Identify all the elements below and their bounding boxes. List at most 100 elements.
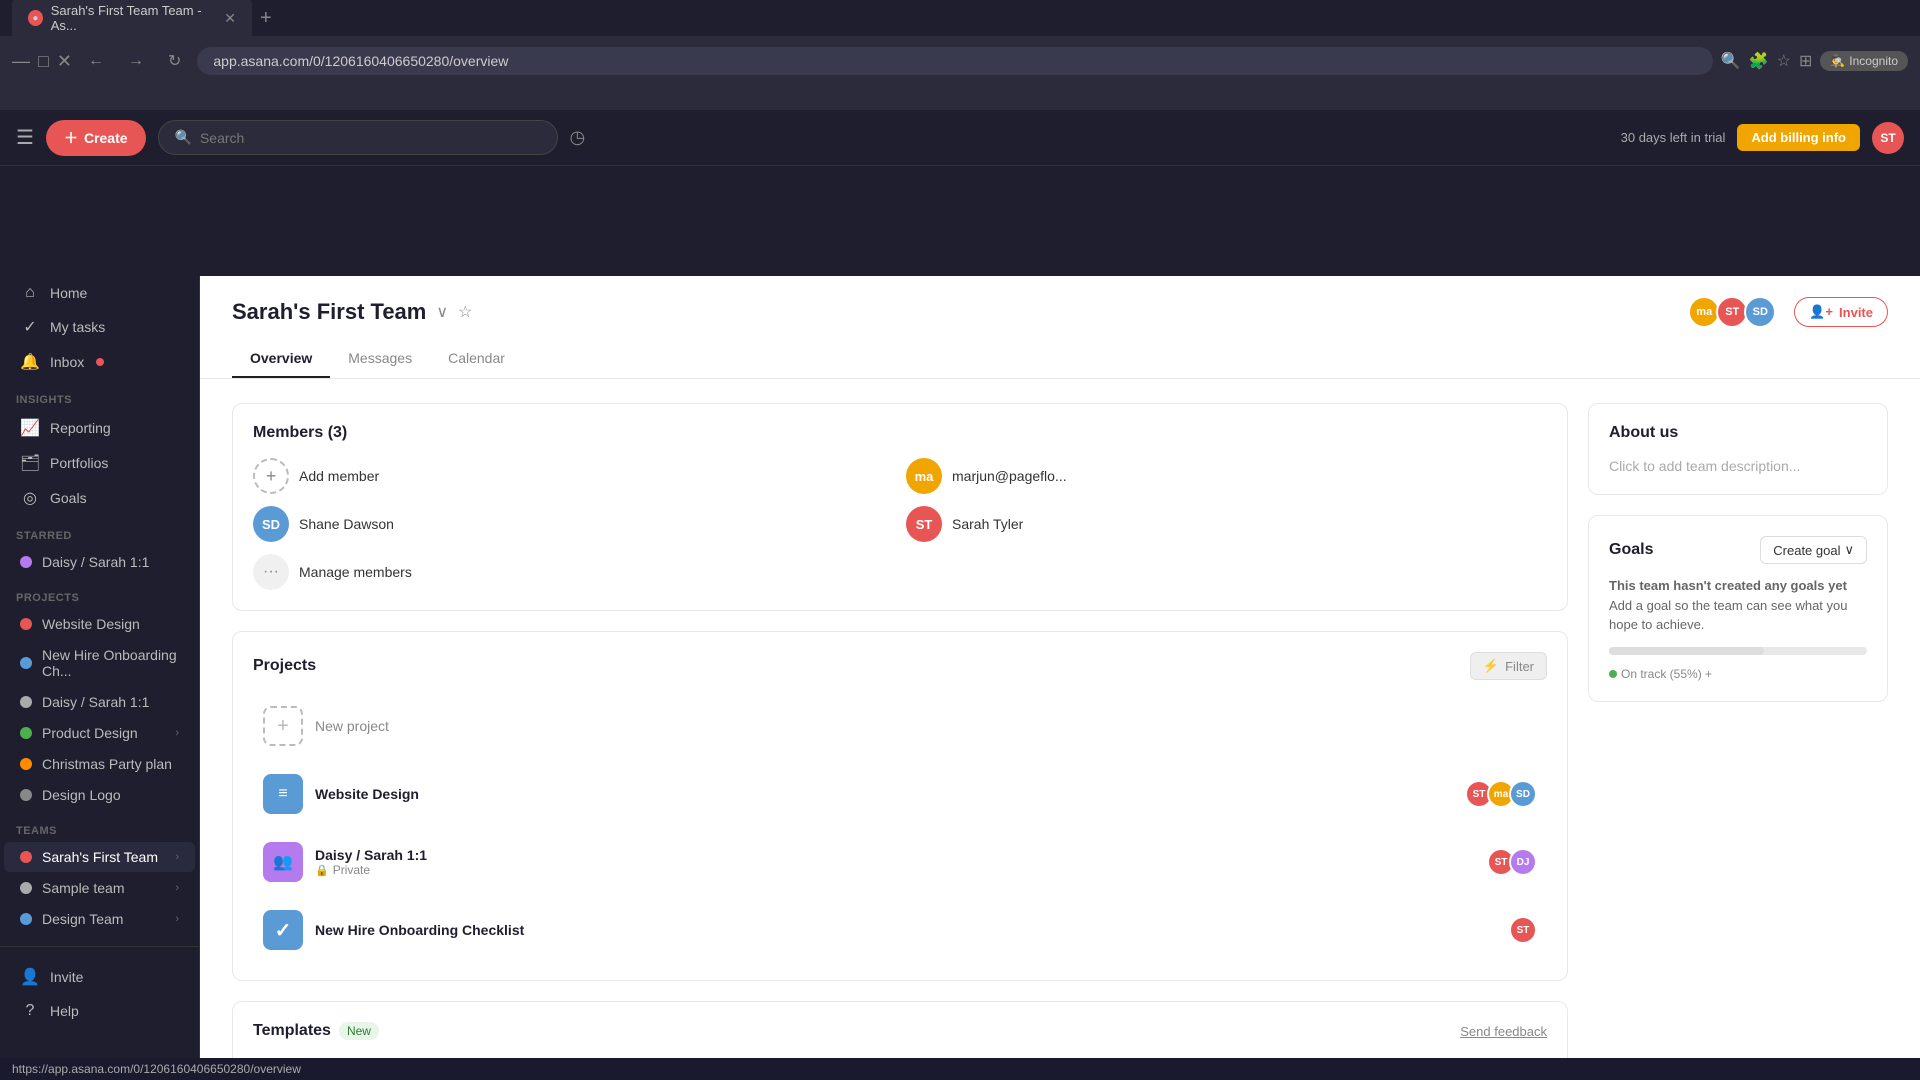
browser-tab[interactable]: ● Sarah's First Team Team - As... ✕: [12, 0, 252, 39]
overview-right: About us Click to add team description..…: [1588, 403, 1888, 1080]
forward-button[interactable]: →: [120, 48, 152, 74]
manage-members-label: Manage members: [299, 564, 412, 580]
projects-card: Projects ⚡ Filter + New project ≡: [232, 631, 1568, 981]
plus-icon: ＋: [64, 128, 78, 148]
sidebar-item-design-logo[interactable]: Design Logo: [4, 780, 195, 810]
tab-favicon: ●: [28, 10, 43, 26]
project-icon-daisy: 👥: [263, 842, 303, 882]
tab-messages[interactable]: Messages: [330, 340, 430, 378]
team-dot-design: [20, 913, 32, 925]
invite-icon: 👤+: [1809, 304, 1833, 320]
sidebar-toggle-button[interactable]: ☰: [16, 125, 34, 150]
portfolios-icon: 🗂: [20, 453, 40, 473]
overview-left: Members (3) + Add member ma marjun@pagef…: [232, 403, 1568, 1080]
create-button[interactable]: ＋ Create: [46, 120, 146, 156]
projects-header: Projects ⚡ Filter: [253, 652, 1547, 680]
sidebar-item-my-tasks[interactable]: ✓ My tasks: [4, 310, 195, 344]
sidebar-item-sarahs-team[interactable]: Sarah's First Team ›: [4, 842, 195, 872]
maximize-button[interactable]: □: [38, 51, 49, 72]
members-card-title: Members (3): [253, 424, 1547, 442]
member-item-marjun: ma marjun@pageflo...: [906, 458, 1547, 494]
sidebar-item-daisy-sarah2[interactable]: Daisy / Sarah 1:1: [4, 687, 195, 717]
bookmark-icon[interactable]: ☆: [1777, 51, 1791, 71]
sidebar-item-inbox[interactable]: 🔔 Inbox: [4, 345, 195, 379]
project-item-daisy-sarah[interactable]: 👥 Daisy / Sarah 1:1 🔒 Private ST DJ: [253, 832, 1547, 892]
project-item-website-design[interactable]: ≡ Website Design ST ma SD: [253, 764, 1547, 824]
project-item-new-hire[interactable]: ✓ New Hire Onboarding Checklist ST: [253, 900, 1547, 960]
tab-close-icon[interactable]: ✕: [224, 10, 236, 27]
avatar-shane: SD: [253, 506, 289, 542]
about-card: About us Click to add team description..…: [1588, 403, 1888, 495]
templates-feedback-link[interactable]: Send feedback: [1460, 1024, 1547, 1039]
chevron-down-icon: ∨: [1844, 542, 1854, 558]
add-member-item[interactable]: + Add member: [253, 458, 894, 494]
new-project-button[interactable]: + New project: [253, 696, 1547, 756]
avatar-sarah: ST: [906, 506, 942, 542]
search-icon: 🔍: [175, 129, 192, 146]
content-area: Sarah's First Team ∨ ☆ ma ST SD 👤+ Invit…: [200, 276, 1920, 1080]
new-tab-button[interactable]: +: [252, 5, 280, 32]
back-button[interactable]: ←: [80, 48, 112, 74]
sidebar-item-website-design[interactable]: Website Design: [4, 609, 195, 639]
chevron-right-icon: ›: [175, 727, 179, 739]
close-button[interactable]: ✕: [57, 51, 72, 72]
avatar-marjun: ma: [906, 458, 942, 494]
project-sub-daisy: 🔒 Private: [315, 863, 427, 877]
add-member-icon[interactable]: +: [253, 458, 289, 494]
sidebar-item-home[interactable]: ⌂ Home: [4, 277, 195, 309]
team-tabs: Overview Messages Calendar: [232, 340, 1888, 378]
search-web-icon[interactable]: 🔍: [1721, 51, 1741, 71]
manage-members-icon[interactable]: ···: [253, 554, 289, 590]
manage-members-item[interactable]: ··· Manage members: [253, 554, 894, 590]
chevron-right-icon-team: ›: [175, 851, 179, 863]
tab-calendar[interactable]: Calendar: [430, 340, 523, 378]
sidebar-item-new-hire[interactable]: New Hire Onboarding Ch...: [4, 640, 195, 686]
sidebar-item-help[interactable]: ? Help: [4, 995, 195, 1027]
project-avatar-sd1: SD: [1509, 780, 1537, 808]
goals-header: Goals Create goal ∨: [1609, 536, 1867, 564]
sidebar-item-product-design[interactable]: Product Design ›: [4, 718, 195, 748]
sidebar-item-goals[interactable]: ◎ Goals: [4, 481, 195, 515]
user-avatar[interactable]: ST: [1872, 122, 1904, 154]
project-avatars-website: ST ma SD: [1471, 780, 1537, 808]
project-dot-christmas: [20, 758, 32, 770]
sidebar-browser-icon[interactable]: ⊞: [1799, 51, 1812, 71]
sidebar-item-reporting[interactable]: 📈 Reporting: [4, 411, 195, 445]
templates-new-badge: New: [339, 1022, 379, 1040]
team-dropdown-icon[interactable]: ∨: [436, 302, 448, 322]
sidebar-item-christmas[interactable]: Christmas Party plan: [4, 749, 195, 779]
sidebar-item-sample-team[interactable]: Sample team ›: [4, 873, 195, 903]
sidebar-item-portfolios[interactable]: 🗂 Portfolios: [4, 446, 195, 480]
sidebar-item-invite[interactable]: 👤 Invite: [4, 960, 195, 994]
goals-card: Goals Create goal ∨ This team hasn't cre…: [1588, 515, 1888, 702]
about-placeholder[interactable]: Click to add team description...: [1609, 458, 1867, 474]
members-grid: + Add member ma marjun@pageflo... SD Sha…: [253, 458, 1547, 590]
search-bar[interactable]: 🔍 Search: [158, 120, 558, 155]
address-bar[interactable]: [197, 47, 1712, 75]
goals-empty-text: This team hasn't created any goals yet A…: [1609, 576, 1867, 635]
create-goal-button[interactable]: Create goal ∨: [1760, 536, 1867, 564]
team-star-icon[interactable]: ☆: [458, 302, 472, 322]
projects-section-label: Projects: [0, 578, 199, 608]
filter-button[interactable]: ⚡ Filter: [1470, 652, 1547, 680]
sidebar-item-design-team[interactable]: Design Team ›: [4, 904, 195, 934]
teams-section-label: Teams: [0, 811, 199, 841]
avatar-sd: SD: [1744, 296, 1776, 328]
app-topbar: ☰ ＋ Create 🔍 Search ◷ 30 days left in tr…: [0, 110, 1920, 166]
person-plus-icon: 👤: [20, 967, 40, 987]
project-name-daisy: Daisy / Sarah 1:1: [315, 847, 427, 863]
minimize-button[interactable]: —: [12, 51, 30, 72]
billing-button[interactable]: Add billing info: [1737, 124, 1860, 151]
inbox-icon: 🔔: [20, 352, 40, 372]
tab-overview[interactable]: Overview: [232, 340, 330, 378]
reload-button[interactable]: ↻: [160, 47, 189, 75]
sidebar-item-daisy-sarah-starred[interactable]: Daisy / Sarah 1:1: [4, 547, 195, 577]
activity-icon[interactable]: ◷: [570, 127, 586, 148]
invite-button[interactable]: 👤+ Invite: [1794, 297, 1888, 327]
project-dot-product: [20, 727, 32, 739]
project-name-website: Website Design: [315, 786, 419, 802]
project-dot-logo: [20, 789, 32, 801]
extensions-icon[interactable]: 🧩: [1749, 51, 1769, 71]
member-name-sarah: Sarah Tyler: [952, 516, 1023, 532]
project-dot: [20, 556, 32, 568]
